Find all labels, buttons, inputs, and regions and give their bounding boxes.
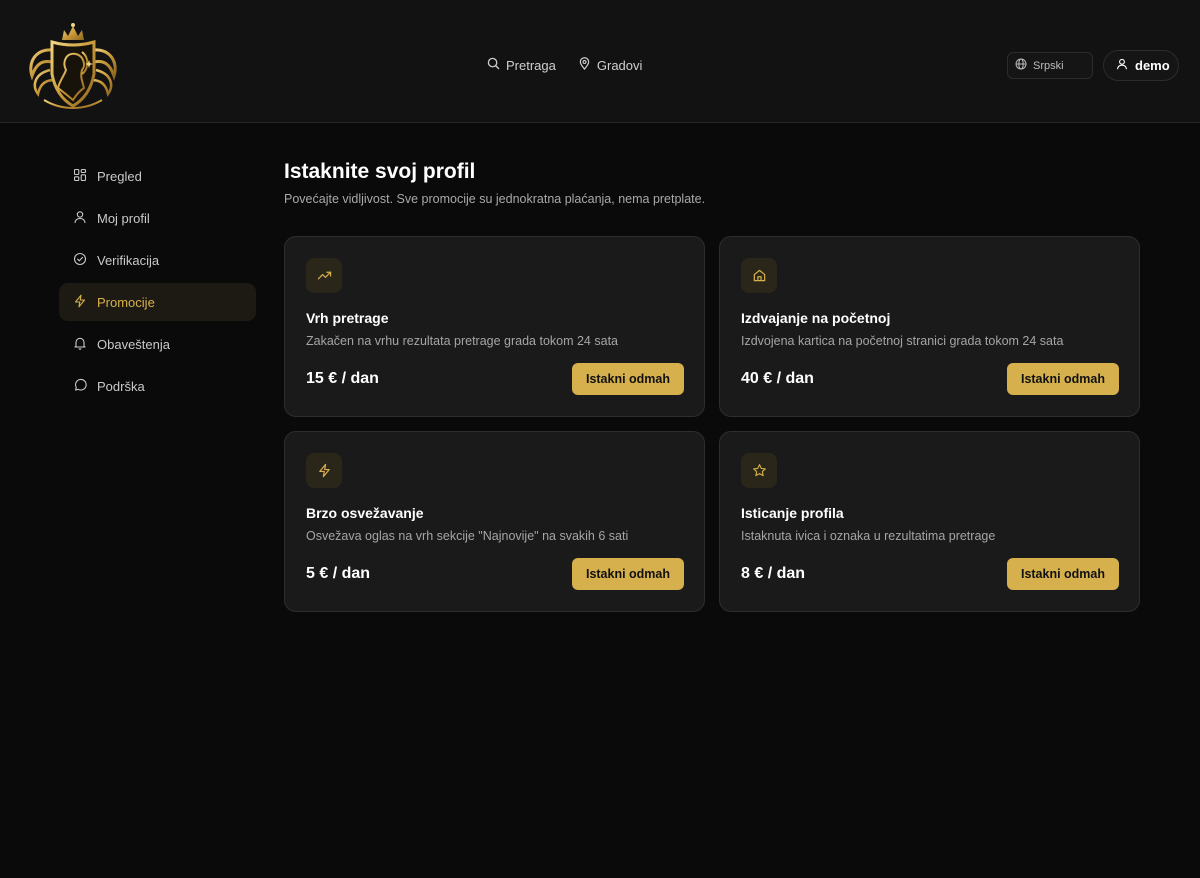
check-circle-icon [73, 252, 87, 269]
sidebar-item-support[interactable]: Podrška [59, 367, 256, 405]
sidebar-item-notifications[interactable]: Obaveštenja [59, 325, 256, 363]
bolt-icon [306, 453, 342, 488]
home-icon [741, 258, 777, 293]
user-icon [73, 210, 87, 227]
card-title: Izdvajanje na početnoj [741, 310, 891, 326]
highlight-now-button[interactable]: Istakni odmah [1007, 363, 1119, 395]
user-name: demo [1135, 58, 1170, 73]
card-description: Izdvojena kartica na početnoj stranici g… [741, 334, 1064, 348]
user-icon [1116, 58, 1128, 73]
bell-icon [73, 336, 87, 353]
nav-cities[interactable]: Gradovi [578, 57, 643, 73]
nav-search-label: Pretraga [506, 57, 556, 73]
sidebar-item-label: Obaveštenja [97, 336, 170, 352]
star-icon [741, 453, 777, 488]
page-subtitle: Povećajte vidljivost. Sve promocije su j… [284, 192, 706, 206]
card-title: Isticanje profila [741, 505, 844, 521]
sidebar-item-label: Pregled [97, 168, 142, 184]
card-description: Osvežava oglas na vrh sekcije "Najnovije… [306, 529, 629, 543]
grid-icon [73, 168, 87, 185]
top-header: Pretraga Gradovi Srpski demo [0, 0, 1200, 123]
page-title: Istaknite svoj profil [284, 160, 476, 183]
sidebar: Pregled Moj profil Verifikacija Promocij… [59, 157, 256, 409]
card-price: 5 € / dan [306, 565, 371, 582]
highlight-now-button[interactable]: Istakni odmah [1007, 558, 1119, 590]
card-price: 8 € / dan [741, 565, 806, 582]
language-label: Srpski [1033, 59, 1064, 72]
card-price: 40 € / dan [741, 370, 814, 387]
logo[interactable] [24, 20, 122, 112]
promo-card-top-search: Vrh pretrage Zakačen na vrhu rezultata p… [284, 236, 705, 417]
card-title: Brzo osvežavanje [306, 505, 424, 521]
card-title: Vrh pretrage [306, 310, 389, 326]
card-description: Zakačen na vrhu rezultata pretrage grada… [306, 334, 618, 348]
chat-icon [73, 378, 87, 395]
sidebar-item-label: Verifikacija [97, 252, 160, 268]
card-description: Istaknuta ivica i oznaka u rezultatima p… [741, 529, 996, 543]
map-pin-icon [578, 57, 591, 73]
card-price: 15 € / dan [306, 370, 379, 387]
nav-cities-label: Gradovi [596, 57, 643, 73]
sidebar-item-my-profile[interactable]: Moj profil [59, 199, 256, 237]
bolt-icon [73, 294, 87, 311]
sidebar-item-label: Podrška [97, 378, 145, 394]
sidebar-item-verification[interactable]: Verifikacija [59, 241, 256, 279]
sidebar-item-overview[interactable]: Pregled [59, 157, 256, 195]
sidebar-item-label: Moj profil [97, 210, 150, 226]
promo-card-homepage-feature: Izdvajanje na početnoj Izdvojena kartica… [719, 236, 1140, 417]
nav-search[interactable]: Pretraga [487, 57, 556, 73]
user-menu-button[interactable]: demo [1103, 50, 1179, 81]
highlight-now-button[interactable]: Istakni odmah [572, 363, 684, 395]
search-icon [487, 57, 500, 73]
sidebar-item-promotions[interactable]: Promocije [59, 283, 256, 321]
main-nav: Pretraga Gradovi [487, 57, 642, 73]
highlight-now-button[interactable]: Istakni odmah [572, 558, 684, 590]
promo-card-quick-refresh: Brzo osvežavanje Osvežava oglas na vrh s… [284, 431, 705, 612]
promo-card-profile-highlight: Isticanje profila Istaknuta ivica i ozna… [719, 431, 1140, 612]
trending-up-icon [306, 258, 342, 293]
sidebar-item-label: Promocije [97, 294, 155, 310]
globe-icon [1015, 58, 1027, 73]
language-select[interactable]: Srpski [1007, 52, 1093, 79]
